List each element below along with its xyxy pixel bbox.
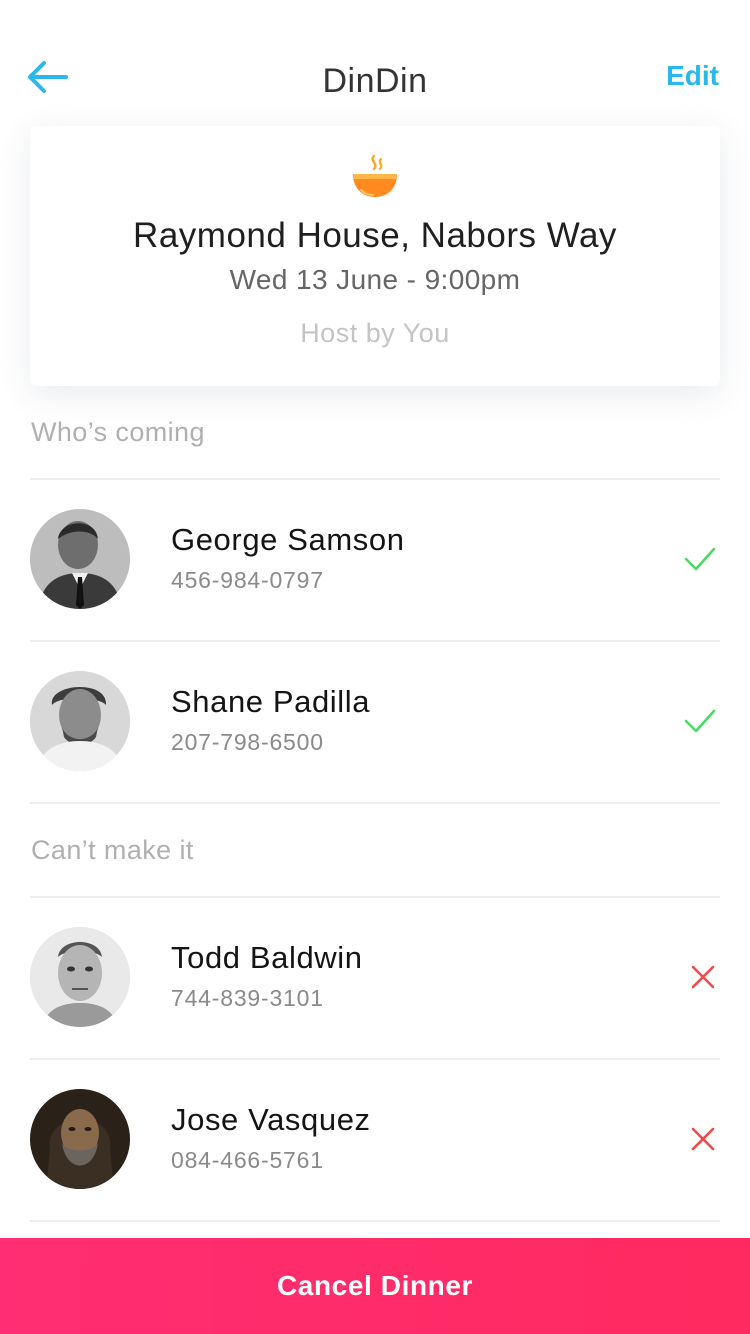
checkmark-icon bbox=[684, 547, 716, 571]
cancel-dinner-button[interactable]: Cancel Dinner bbox=[0, 1238, 750, 1334]
person-phone: 744-839-3101 bbox=[171, 985, 324, 1011]
person-phone: 456-984-0797 bbox=[171, 567, 324, 593]
list-item[interactable]: Jose Vasquez 084-466-5761 bbox=[0, 1060, 750, 1220]
event-card: Raymond House, Nabors Way Wed 13 June - … bbox=[30, 126, 720, 386]
cross-icon bbox=[691, 965, 715, 989]
bowl-icon bbox=[353, 154, 397, 197]
list-item[interactable]: Todd Baldwin 744-839-3101 bbox=[0, 898, 750, 1058]
section-label-declined: Can’t make it bbox=[31, 835, 194, 865]
person-name: George Samson bbox=[171, 522, 405, 557]
event-host: Host by You bbox=[300, 318, 450, 348]
divider bbox=[30, 802, 720, 804]
person-name: Todd Baldwin bbox=[171, 940, 363, 975]
edit-button[interactable]: Edit bbox=[666, 60, 719, 92]
checkmark-icon bbox=[684, 709, 716, 733]
person-phone: 084-466-5761 bbox=[171, 1147, 324, 1173]
avatar bbox=[30, 927, 130, 1027]
cross-icon bbox=[691, 1127, 715, 1151]
person-phone: 207-798-6500 bbox=[171, 729, 324, 755]
list-item[interactable]: George Samson 456-984-0797 bbox=[0, 480, 750, 640]
list-item[interactable]: Shane Padilla 207-798-6500 bbox=[0, 642, 750, 802]
person-name: Shane Padilla bbox=[171, 684, 371, 719]
person-name: Jose Vasquez bbox=[171, 1102, 371, 1137]
avatar bbox=[30, 509, 130, 609]
nav-bar: DinDin Edit bbox=[0, 0, 750, 120]
page-title: DinDin bbox=[322, 62, 428, 100]
event-location: Raymond House, Nabors Way bbox=[133, 216, 617, 255]
avatar bbox=[30, 1089, 130, 1189]
event-datetime: Wed 13 June - 9:00pm bbox=[229, 264, 521, 295]
divider bbox=[30, 1220, 720, 1222]
section-label-coming: Who’s coming bbox=[31, 417, 205, 447]
avatar bbox=[30, 671, 130, 771]
